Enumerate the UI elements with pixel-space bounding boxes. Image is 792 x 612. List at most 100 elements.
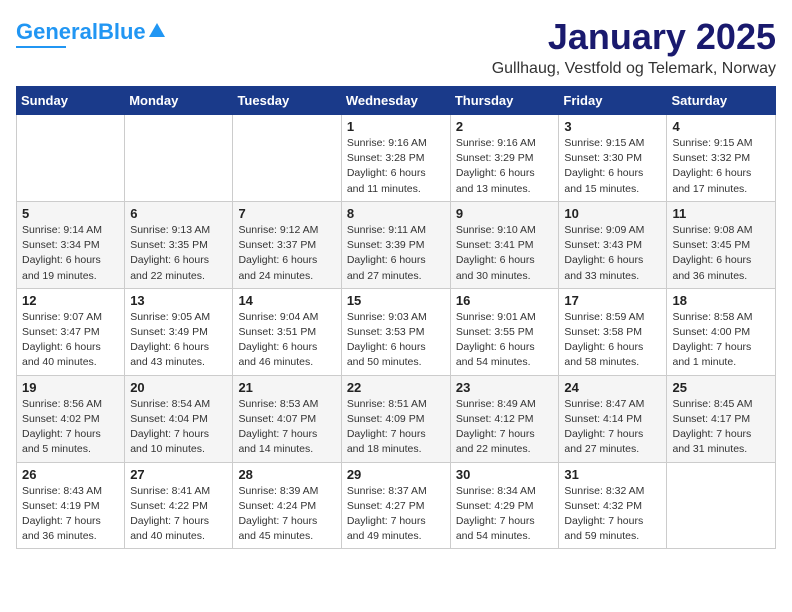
day-info: Sunrise: 9:16 AM Sunset: 3:28 PM Dayligh… bbox=[347, 136, 445, 197]
day-info: Sunrise: 8:58 AM Sunset: 4:00 PM Dayligh… bbox=[672, 310, 770, 371]
logo: GeneralBlue bbox=[16, 20, 166, 48]
day-number: 23 bbox=[456, 380, 554, 395]
day-number: 10 bbox=[564, 206, 661, 221]
calendar-cell: 26Sunrise: 8:43 AM Sunset: 4:19 PM Dayli… bbox=[17, 462, 125, 549]
day-number: 12 bbox=[22, 293, 119, 308]
calendar-cell: 15Sunrise: 9:03 AM Sunset: 3:53 PM Dayli… bbox=[341, 288, 450, 375]
calendar-cell bbox=[667, 462, 776, 549]
day-number: 21 bbox=[238, 380, 335, 395]
day-info: Sunrise: 9:14 AM Sunset: 3:34 PM Dayligh… bbox=[22, 223, 119, 284]
day-info: Sunrise: 9:01 AM Sunset: 3:55 PM Dayligh… bbox=[456, 310, 554, 371]
logo-blue: Blue bbox=[98, 19, 146, 44]
calendar-header-row: SundayMondayTuesdayWednesdayThursdayFrid… bbox=[17, 87, 776, 115]
day-info: Sunrise: 8:51 AM Sunset: 4:09 PM Dayligh… bbox=[347, 397, 445, 458]
day-info: Sunrise: 8:49 AM Sunset: 4:12 PM Dayligh… bbox=[456, 397, 554, 458]
day-info: Sunrise: 8:37 AM Sunset: 4:27 PM Dayligh… bbox=[347, 484, 445, 545]
calendar-cell: 23 Sunrise: 8:49 AM Sunset: 4:12 PM Dayli… bbox=[450, 375, 559, 462]
day-number: 28 bbox=[238, 467, 335, 482]
weekday-header: Wednesday bbox=[341, 87, 450, 115]
day-number: 29 bbox=[347, 467, 445, 482]
day-number: 2 bbox=[456, 119, 554, 134]
day-number: 22 bbox=[347, 380, 445, 395]
day-info: Sunrise: 8:41 AM Sunset: 4:22 PM Dayligh… bbox=[130, 484, 227, 545]
day-info: Sunrise: 8:45 AM Sunset: 4:17 PM Dayligh… bbox=[672, 397, 770, 458]
day-info: Sunrise: 8:54 AM Sunset: 4:04 PM Dayligh… bbox=[130, 397, 227, 458]
calendar-cell: 1 Sunrise: 9:16 AM Sunset: 3:28 PM Daylig… bbox=[341, 115, 450, 202]
month-title: January 2025 bbox=[492, 16, 776, 58]
day-info: Sunrise: 9:07 AM Sunset: 3:47 PM Dayligh… bbox=[22, 310, 119, 371]
day-number: 3 bbox=[564, 119, 661, 134]
calendar-cell: 10Sunrise: 9:09 AM Sunset: 3:43 PM Dayli… bbox=[559, 201, 667, 288]
day-info: Sunrise: 9:16 AM Sunset: 3:29 PM Dayligh… bbox=[456, 136, 554, 197]
weekday-header: Friday bbox=[559, 87, 667, 115]
day-number: 20 bbox=[130, 380, 227, 395]
logo-underline bbox=[16, 46, 66, 48]
weekday-header: Monday bbox=[125, 87, 233, 115]
calendar-cell: 18 Sunrise: 8:58 AM Sunset: 4:00 PM Dayli… bbox=[667, 288, 776, 375]
location-title: Gullhaug, Vestfold og Telemark, Norway bbox=[492, 60, 776, 78]
calendar-week-row: 26Sunrise: 8:43 AM Sunset: 4:19 PM Dayli… bbox=[17, 462, 776, 549]
calendar-cell: 28 Sunrise: 8:39 AM Sunset: 4:24 PM Dayli… bbox=[233, 462, 341, 549]
day-info: Sunrise: 9:15 AM Sunset: 3:32 PM Dayligh… bbox=[672, 136, 770, 197]
day-info: Sunrise: 9:10 AM Sunset: 3:41 PM Dayligh… bbox=[456, 223, 554, 284]
day-number: 6 bbox=[130, 206, 227, 221]
day-number: 9 bbox=[456, 206, 554, 221]
logo-text: GeneralBlue bbox=[16, 20, 146, 44]
day-info: Sunrise: 9:08 AM Sunset: 3:45 PM Dayligh… bbox=[672, 223, 770, 284]
calendar-week-row: 19 Sunrise: 8:56 AM Sunset: 4:02 PM Dayli… bbox=[17, 375, 776, 462]
day-info: Sunrise: 8:43 AM Sunset: 4:19 PM Dayligh… bbox=[22, 484, 119, 545]
calendar-cell: 25 Sunrise: 8:45 AM Sunset: 4:17 PM Dayli… bbox=[667, 375, 776, 462]
day-info: Sunrise: 9:03 AM Sunset: 3:53 PM Dayligh… bbox=[347, 310, 445, 371]
day-number: 13 bbox=[130, 293, 227, 308]
day-number: 17 bbox=[564, 293, 661, 308]
calendar-cell: 20 Sunrise: 8:54 AM Sunset: 4:04 PM Dayli… bbox=[125, 375, 233, 462]
calendar-cell: 16 Sunrise: 9:01 AM Sunset: 3:55 PM Dayli… bbox=[450, 288, 559, 375]
day-number: 5 bbox=[22, 206, 119, 221]
day-info: Sunrise: 8:59 AM Sunset: 3:58 PM Dayligh… bbox=[564, 310, 661, 371]
calendar-table: SundayMondayTuesdayWednesdayThursdayFrid… bbox=[16, 86, 776, 549]
logo-icon bbox=[148, 21, 166, 39]
weekday-header: Tuesday bbox=[233, 87, 341, 115]
day-info: Sunrise: 9:11 AM Sunset: 3:39 PM Dayligh… bbox=[347, 223, 445, 284]
calendar-cell: 31Sunrise: 8:32 AM Sunset: 4:32 PM Dayli… bbox=[559, 462, 667, 549]
calendar-cell: 9 Sunrise: 9:10 AM Sunset: 3:41 PM Daylig… bbox=[450, 201, 559, 288]
calendar-cell: 4 Sunrise: 9:15 AM Sunset: 3:32 PM Daylig… bbox=[667, 115, 776, 202]
day-info: Sunrise: 9:12 AM Sunset: 3:37 PM Dayligh… bbox=[238, 223, 335, 284]
day-info: Sunrise: 9:04 AM Sunset: 3:51 PM Dayligh… bbox=[238, 310, 335, 371]
day-number: 7 bbox=[238, 206, 335, 221]
day-info: Sunrise: 8:56 AM Sunset: 4:02 PM Dayligh… bbox=[22, 397, 119, 458]
title-area: January 2025 Gullhaug, Vestfold og Telem… bbox=[492, 16, 776, 78]
calendar-cell: 21 Sunrise: 8:53 AM Sunset: 4:07 PM Dayli… bbox=[233, 375, 341, 462]
calendar-cell: 6Sunrise: 9:13 AM Sunset: 3:35 PM Daylig… bbox=[125, 201, 233, 288]
calendar-cell bbox=[233, 115, 341, 202]
calendar-cell: 22 Sunrise: 8:51 AM Sunset: 4:09 PM Dayli… bbox=[341, 375, 450, 462]
calendar-cell: 2 Sunrise: 9:16 AM Sunset: 3:29 PM Daylig… bbox=[450, 115, 559, 202]
calendar-cell: 11 Sunrise: 9:08 AM Sunset: 3:45 PM Dayli… bbox=[667, 201, 776, 288]
day-info: Sunrise: 8:53 AM Sunset: 4:07 PM Dayligh… bbox=[238, 397, 335, 458]
day-number: 1 bbox=[347, 119, 445, 134]
calendar-cell bbox=[125, 115, 233, 202]
day-info: Sunrise: 9:15 AM Sunset: 3:30 PM Dayligh… bbox=[564, 136, 661, 197]
day-info: Sunrise: 9:05 AM Sunset: 3:49 PM Dayligh… bbox=[130, 310, 227, 371]
calendar-week-row: 5 Sunrise: 9:14 AM Sunset: 3:34 PM Daylig… bbox=[17, 201, 776, 288]
day-number: 8 bbox=[347, 206, 445, 221]
calendar-cell: 5 Sunrise: 9:14 AM Sunset: 3:34 PM Daylig… bbox=[17, 201, 125, 288]
calendar-week-row: 1 Sunrise: 9:16 AM Sunset: 3:28 PM Daylig… bbox=[17, 115, 776, 202]
weekday-header: Sunday bbox=[17, 87, 125, 115]
calendar-cell: 7 Sunrise: 9:12 AM Sunset: 3:37 PM Daylig… bbox=[233, 201, 341, 288]
day-info: Sunrise: 8:32 AM Sunset: 4:32 PM Dayligh… bbox=[564, 484, 661, 545]
day-info: Sunrise: 8:34 AM Sunset: 4:29 PM Dayligh… bbox=[456, 484, 554, 545]
calendar-cell: 13 Sunrise: 9:05 AM Sunset: 3:49 PM Dayli… bbox=[125, 288, 233, 375]
day-info: Sunrise: 8:39 AM Sunset: 4:24 PM Dayligh… bbox=[238, 484, 335, 545]
calendar-cell: 29 Sunrise: 8:37 AM Sunset: 4:27 PM Dayli… bbox=[341, 462, 450, 549]
day-number: 19 bbox=[22, 380, 119, 395]
calendar-cell: 14Sunrise: 9:04 AM Sunset: 3:51 PM Dayli… bbox=[233, 288, 341, 375]
day-number: 11 bbox=[672, 206, 770, 221]
day-number: 16 bbox=[456, 293, 554, 308]
calendar-cell: 12 Sunrise: 9:07 AM Sunset: 3:47 PM Dayli… bbox=[17, 288, 125, 375]
day-number: 4 bbox=[672, 119, 770, 134]
day-number: 18 bbox=[672, 293, 770, 308]
calendar-cell: 8 Sunrise: 9:11 AM Sunset: 3:39 PM Daylig… bbox=[341, 201, 450, 288]
day-number: 24 bbox=[564, 380, 661, 395]
day-number: 25 bbox=[672, 380, 770, 395]
